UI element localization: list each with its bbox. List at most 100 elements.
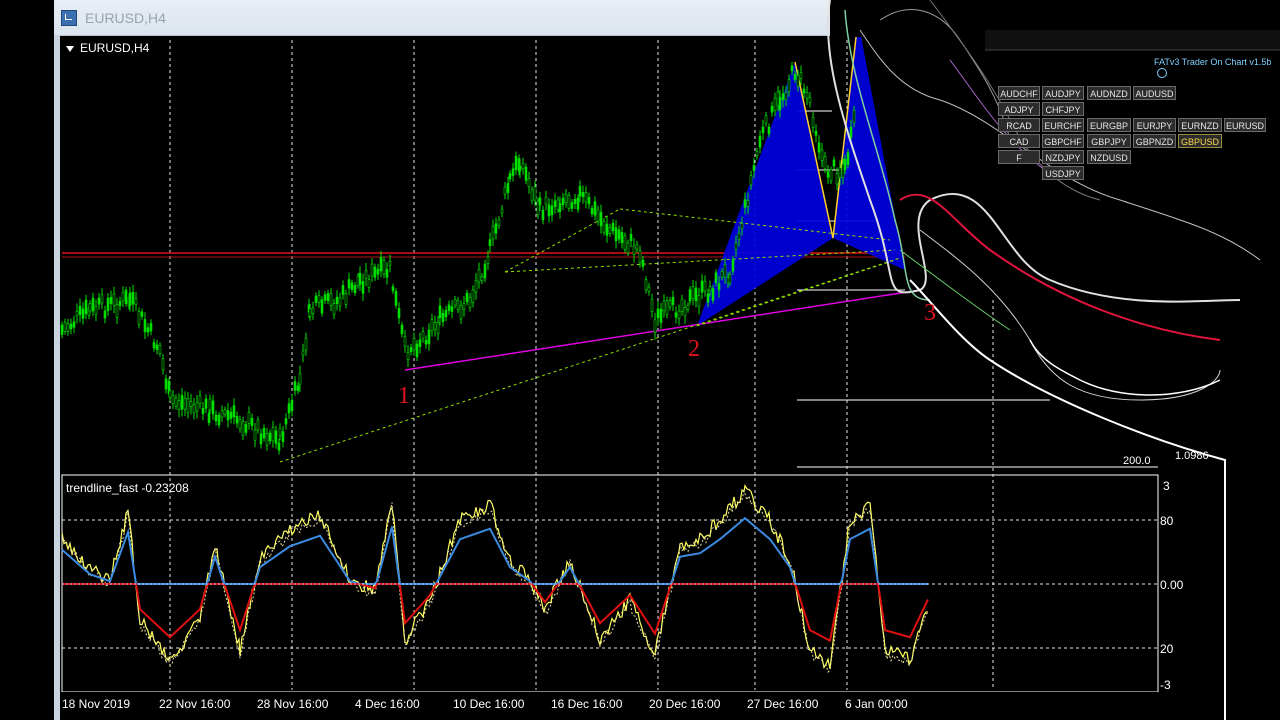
candle-body (599, 211, 603, 227)
candle-body (573, 199, 577, 204)
candle-body (391, 286, 395, 292)
candle-body (347, 279, 351, 289)
candle-body (731, 259, 735, 272)
candle-body (329, 293, 333, 307)
candle-body (805, 92, 809, 99)
symbol-button[interactable]: EURGBP (1087, 118, 1131, 132)
candle-body (376, 269, 380, 275)
candle-body (567, 194, 571, 209)
symbol-button[interactable]: AUDJPY (1042, 86, 1084, 100)
candle-body (677, 310, 681, 320)
candle-body (665, 300, 669, 315)
candle-body (553, 200, 557, 207)
candle-body (94, 306, 98, 315)
candle-body (826, 171, 830, 178)
candle-body (508, 173, 512, 180)
candle-body (691, 286, 695, 299)
candle-body (587, 197, 591, 205)
chart-title[interactable]: EURUSD,H4 (66, 41, 149, 55)
symbol-button[interactable]: GBPCHF (1042, 134, 1084, 148)
symbol-button[interactable]: EURNZD (1178, 118, 1222, 132)
candle-body (832, 159, 836, 167)
candle-body (415, 343, 419, 358)
candle-body (217, 414, 221, 426)
candle-body (728, 274, 732, 284)
symbol-button[interactable]: EURJPY (1133, 118, 1176, 132)
symbol-button[interactable]: GBPJPY (1087, 134, 1131, 148)
candle-body (344, 293, 348, 305)
symbol-button[interactable]: EURCHF (1042, 118, 1084, 132)
symbol-button[interactable]: AUDUSD (1133, 86, 1176, 100)
trader-panel-title: FATv3 Trader On Chart v1.5b (1154, 57, 1280, 78)
candle-body (778, 97, 782, 111)
date-label: 18 Nov 2019 (62, 697, 131, 711)
window-titlebar: EURUSD,H4 (54, 0, 830, 36)
symbol-button[interactable]: CAD (998, 134, 1040, 148)
candle-body (373, 266, 377, 278)
candle-body (388, 261, 392, 266)
candle-body (538, 197, 542, 206)
candle-body (60, 324, 64, 335)
symbol-button[interactable]: GBPNZD (1133, 134, 1176, 148)
symbol-button[interactable]: AUDNZD (1087, 86, 1131, 100)
candle-body (790, 65, 794, 72)
symbol-button[interactable]: NZDJPY (1042, 150, 1084, 164)
candle-body (483, 263, 487, 279)
symbol-button[interactable]: CHFJPY (1042, 102, 1084, 116)
candle-body (214, 414, 218, 422)
candle-body (494, 223, 498, 234)
candle-body (268, 432, 272, 442)
candle-body (773, 97, 777, 111)
candle-body (186, 398, 190, 413)
candle-body (314, 295, 318, 303)
candle-body (683, 307, 687, 317)
candle-body (503, 186, 507, 195)
candle-body (674, 312, 678, 318)
candle-body (614, 227, 618, 242)
candle-body (846, 152, 850, 165)
candle-body (697, 295, 701, 308)
candle-body (385, 269, 389, 278)
candle-body (183, 397, 187, 410)
candle-body (335, 296, 339, 304)
oscillator-fast-line (61, 484, 929, 670)
candle-body (106, 297, 110, 311)
candle-body (158, 345, 162, 354)
candle-body (749, 175, 753, 186)
date-label: 27 Dec 16:00 (747, 697, 819, 711)
symbol-button[interactable]: RCAD (998, 118, 1040, 132)
candle-body (605, 223, 609, 236)
candle-body (100, 294, 104, 304)
candle-body (465, 292, 469, 303)
candle-body (69, 323, 73, 330)
symbol-button[interactable]: AUDCHF (998, 86, 1040, 100)
candle-body (843, 158, 847, 170)
candle-body (118, 301, 122, 306)
chart-menu-icon[interactable] (66, 45, 74, 52)
candle-body (207, 413, 211, 423)
candle-body (453, 299, 457, 306)
chart-area[interactable] (60, 37, 1160, 692)
candle-body (541, 209, 545, 221)
candle-body (109, 297, 113, 304)
candle-body (91, 297, 95, 312)
candle-body (134, 298, 138, 305)
settings-icon[interactable] (1157, 67, 1167, 78)
candle-body (320, 299, 324, 314)
candle-body (486, 256, 490, 264)
candle-body (641, 259, 645, 267)
candle-body (177, 400, 181, 410)
candle-body (192, 404, 196, 413)
symbol-button[interactable]: USDJPY (1042, 166, 1084, 180)
candle-body (226, 410, 230, 421)
symbol-button[interactable]: ADJPY (998, 102, 1040, 116)
symbol-button[interactable]: NZDUSD (1087, 150, 1131, 164)
symbol-button[interactable]: EURUSD (1224, 118, 1266, 132)
symbol-button[interactable]: F (998, 150, 1040, 164)
candle-body (298, 373, 302, 385)
candle-body (326, 293, 330, 301)
candle-body (491, 226, 495, 240)
symbol-button-active[interactable]: GBPUSD (1178, 134, 1222, 148)
price-label: 1.0986 (1175, 450, 1209, 462)
candle-body (149, 323, 153, 332)
